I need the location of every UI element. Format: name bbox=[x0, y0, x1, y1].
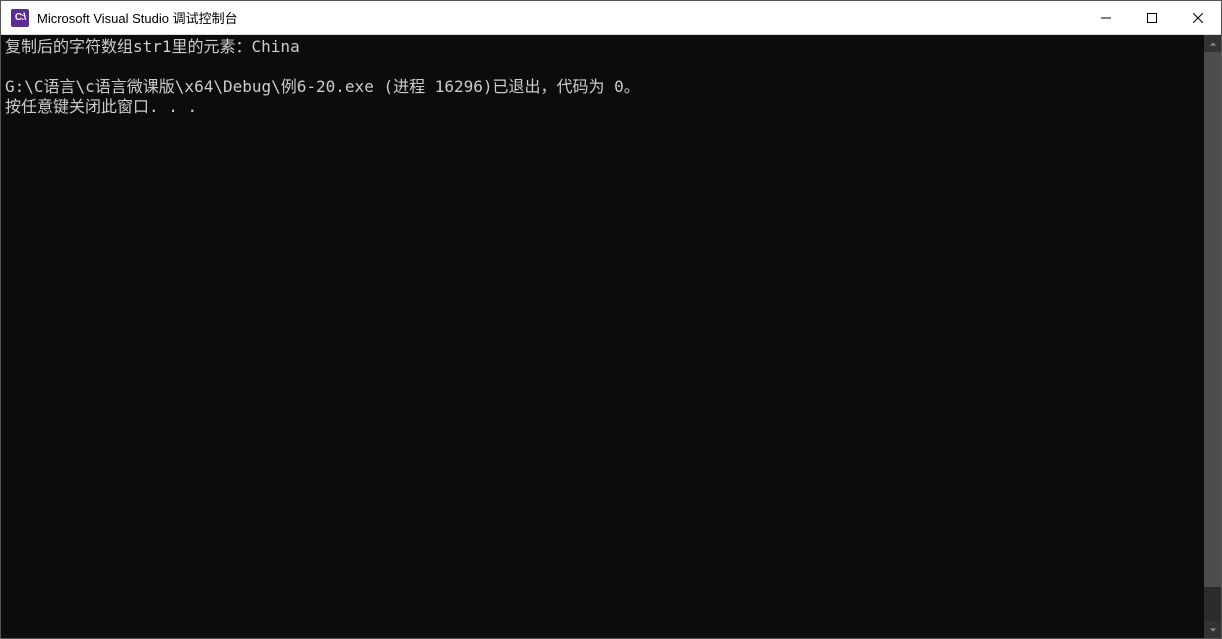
app-icon: C:\ bbox=[11, 9, 29, 27]
maximize-button[interactable] bbox=[1129, 1, 1175, 34]
app-window: C:\ Microsoft Visual Studio 调试控制台 复制后的字符… bbox=[0, 0, 1222, 639]
app-icon-text: C:\ bbox=[15, 12, 25, 23]
vertical-scrollbar[interactable] bbox=[1204, 35, 1221, 638]
window-controls bbox=[1083, 1, 1221, 34]
maximize-icon bbox=[1147, 13, 1157, 23]
chevron-up-icon bbox=[1209, 40, 1217, 48]
console-output[interactable]: 复制后的字符数组str1里的元素：China G:\C语言\c语言微课版\x64… bbox=[1, 35, 1204, 638]
scroll-down-button[interactable] bbox=[1204, 621, 1221, 638]
close-button[interactable] bbox=[1175, 1, 1221, 34]
scrollbar-track[interactable] bbox=[1204, 52, 1221, 621]
minimize-icon bbox=[1101, 13, 1111, 23]
titlebar[interactable]: C:\ Microsoft Visual Studio 调试控制台 bbox=[1, 1, 1221, 35]
chevron-down-icon bbox=[1209, 626, 1217, 634]
scroll-up-button[interactable] bbox=[1204, 35, 1221, 52]
minimize-button[interactable] bbox=[1083, 1, 1129, 34]
scrollbar-thumb[interactable] bbox=[1204, 52, 1221, 587]
close-icon bbox=[1193, 13, 1203, 23]
window-title: Microsoft Visual Studio 调试控制台 bbox=[37, 8, 1083, 27]
console-area: 复制后的字符数组str1里的元素：China G:\C语言\c语言微课版\x64… bbox=[1, 35, 1221, 638]
